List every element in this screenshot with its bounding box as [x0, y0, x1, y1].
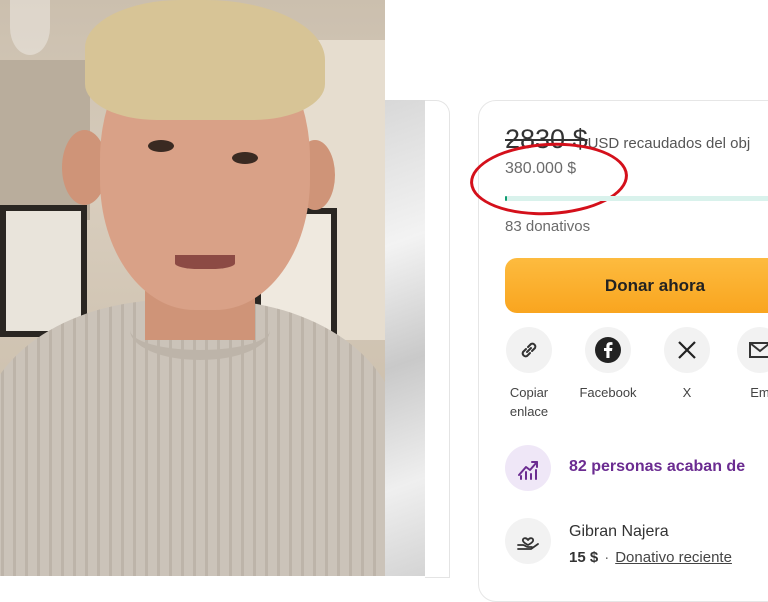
- marble-background: [385, 100, 425, 576]
- progress-bar: [505, 196, 768, 201]
- share-email[interactable]: Em: [720, 327, 768, 402]
- speaker-video: [0, 0, 385, 576]
- image-card-edge: [425, 100, 450, 578]
- donation-hand-icon: [505, 518, 551, 564]
- donation-count: 83 donativos: [505, 218, 591, 235]
- share-facebook[interactable]: Facebook: [568, 327, 648, 402]
- speaker-mouth: [175, 255, 235, 269]
- email-icon[interactable]: [737, 327, 768, 373]
- speaker-eye-left: [148, 140, 174, 152]
- trending-icon: [505, 445, 551, 491]
- speaker-eye-right: [232, 152, 258, 164]
- donate-now-button[interactable]: Donar ahora: [505, 258, 768, 313]
- share-copy-link[interactable]: Copiar enlace: [489, 327, 569, 421]
- share-label: Copiar enlace: [509, 385, 549, 419]
- donor-name: Gibran Najera: [569, 523, 669, 540]
- trending-text: 82 personas acaban de: [569, 458, 746, 475]
- speaker-hair: [85, 0, 325, 120]
- share-label: X: [682, 385, 692, 400]
- share-x[interactable]: X: [647, 327, 727, 402]
- donor-meta: 15 $ · Donativo reciente: [569, 549, 732, 566]
- donor-amount: 15 $: [569, 549, 599, 566]
- share-label: Facebook: [579, 385, 637, 400]
- recent-donation-link[interactable]: Donativo reciente: [615, 549, 732, 566]
- share-label: Em: [750, 385, 768, 400]
- facebook-icon[interactable]: [585, 327, 631, 373]
- ceiling-lamp: [10, 0, 50, 55]
- x-icon[interactable]: [664, 327, 710, 373]
- progress-fill: [505, 196, 508, 201]
- raised-label: USD recaudados del obj: [587, 135, 751, 152]
- separator: ·: [604, 549, 610, 566]
- link-icon[interactable]: [506, 327, 552, 373]
